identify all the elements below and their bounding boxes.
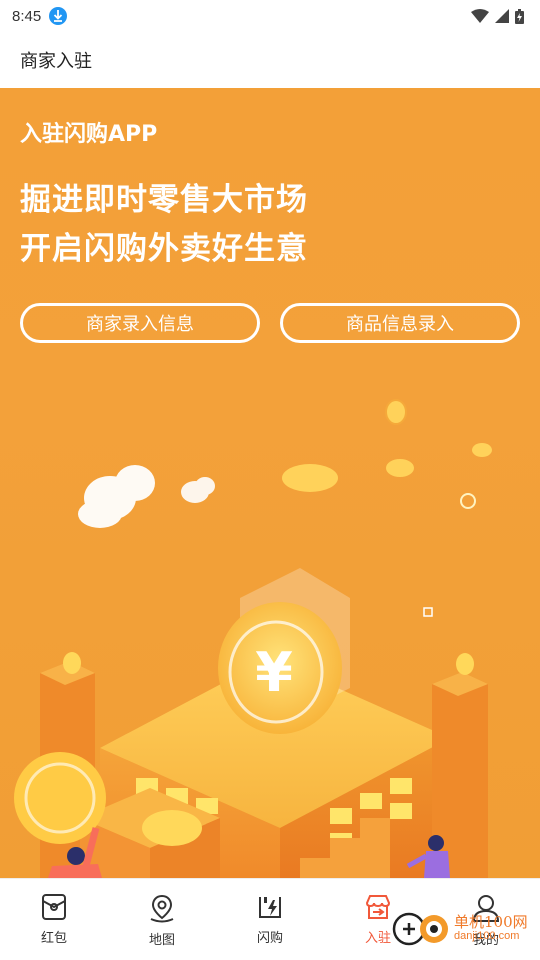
watermark-text: 单机100网 — [454, 913, 528, 932]
watermark-logo-icon — [392, 912, 448, 946]
tab-red-packet[interactable]: 红包 — [0, 879, 108, 960]
hero-headline-line2: 开启闪购外卖好生意 — [20, 231, 308, 267]
map-pin-icon — [150, 894, 174, 923]
red-packet-icon — [42, 894, 66, 920]
download-icon — [49, 7, 68, 25]
yuan-coin: ¥ — [218, 602, 342, 734]
store-entry-icon — [365, 895, 391, 919]
svg-text:¥: ¥ — [255, 641, 293, 704]
watermark: 单机100网 danji100.com — [392, 912, 528, 946]
hero-headline-line1: 掘进即时零售大市场 — [20, 182, 308, 218]
flash-buy-icon — [259, 897, 281, 918]
status-bar: 8:45 — [0, 0, 540, 32]
tab-map[interactable]: 地图 — [108, 879, 216, 960]
wifi-icon — [471, 9, 489, 23]
watermark-url: danji100.com — [454, 930, 520, 943]
merchant-entry-button[interactable]: 商家录入信息 — [20, 303, 260, 343]
status-left: 8:45 — [12, 7, 68, 25]
status-right — [471, 8, 524, 24]
tab-label-merchant-entry: 入驻 — [364, 931, 391, 946]
hero-subtitle: 入驻闪购APP — [20, 122, 158, 147]
signal-icon — [495, 9, 509, 23]
tab-label-map: 地图 — [148, 933, 175, 948]
hero-banner: 入驻闪购APP 掘进即时零售大市场 开启闪购外卖好生意 商家录入信息 商品信息录… — [0, 88, 540, 878]
cloud-left — [78, 465, 155, 528]
battery-icon — [515, 8, 524, 24]
tab-label-red-packet: 红包 — [40, 931, 67, 946]
product-entry-button[interactable]: 商品信息录入 — [280, 303, 520, 343]
page-title: 商家入驻 — [20, 51, 92, 72]
header: 商家入驻 — [0, 32, 540, 88]
tab-label-flash-buy: 闪购 — [256, 931, 283, 946]
tab-flash-buy[interactable]: 闪购 — [216, 879, 324, 960]
hero-illustration: ¥ — [14, 399, 492, 878]
status-time: 8:45 — [12, 7, 42, 25]
